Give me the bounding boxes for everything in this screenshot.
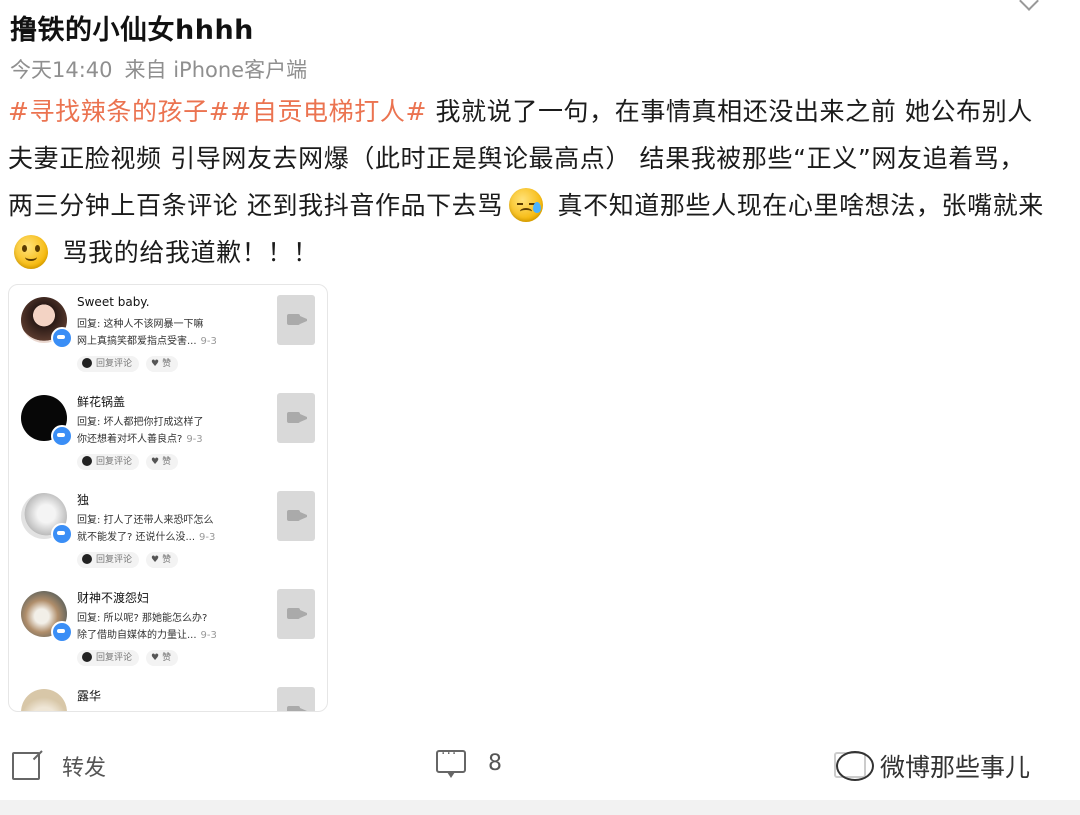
comment-item: 财神不渡怨妇 回复: 所以呢? 那她能怎么办? 除了借助自媒体的力量让... 9-3… xyxy=(9,579,327,677)
verified-badge-icon xyxy=(51,425,73,447)
comment-item: 鲜花锅盖 回复: 坏人都把你打成这样了 你还想着对坏人善良点? 9-3 回复评论 ♥ 赞 xyxy=(9,383,327,481)
post-meta: 今天14:40 来自 iPhone客户端 xyxy=(10,54,307,84)
repost-button[interactable]: 转发 xyxy=(12,750,106,782)
video-camera-icon xyxy=(287,412,307,423)
post-time: 今天14:40 xyxy=(10,58,113,82)
comment-text: 回复: 所以呢? 那她能怎么办? 除了借助自媒体的力量让... 9-3 xyxy=(77,613,217,641)
video-camera-icon xyxy=(287,608,307,619)
comment-username: 独 xyxy=(77,493,90,507)
weibo-post: 撸铁的小仙女hhhh 今天14:40 来自 iPhone客户端 #寻找辣条的孩子#… xyxy=(0,0,1080,815)
comment-button[interactable]: 8 xyxy=(436,746,502,778)
video-camera-icon xyxy=(287,314,307,325)
comment-username: Sweet baby. xyxy=(77,295,150,309)
video-thumbnail xyxy=(277,589,315,639)
verified-badge-icon xyxy=(51,621,73,643)
reply-comment-button: 回复评论 xyxy=(77,552,140,568)
comment-username: 财神不渡怨妇 xyxy=(77,591,150,605)
video-thumbnail xyxy=(277,687,315,711)
hashtag-link[interactable]: #寻找辣条的孩子# xyxy=(8,97,230,126)
divider xyxy=(0,800,1080,815)
comment-item: 露华 xyxy=(9,677,327,711)
video-thumbnail xyxy=(277,295,315,345)
like-button: ♥ 赞 xyxy=(146,650,179,666)
comment-actions: 回复评论 ♥ 赞 xyxy=(77,650,185,666)
comment-actions: 回复评论 ♥ 赞 xyxy=(77,552,185,568)
post-source: 来自 iPhone客户端 xyxy=(124,58,308,82)
video-thumbnail xyxy=(277,393,315,443)
cold-sweat-emoji-icon xyxy=(508,188,543,222)
verified-badge-icon xyxy=(51,523,73,545)
verified-badge-icon xyxy=(51,327,73,349)
avatar xyxy=(21,689,67,711)
post-text: 真不知道那些人现在心里啥想法，张嘴就来 xyxy=(548,191,1044,220)
author-name[interactable]: 撸铁的小仙女hhhh xyxy=(10,8,254,47)
comment-username: 露华 xyxy=(77,689,102,703)
comment-text: 回复: 这种人不该网暴一下嘛 网上真搞笑都爱指点受害... 9-3 xyxy=(77,319,217,347)
comment-actions: 回复评论 ♥ 赞 xyxy=(77,454,185,470)
chevron-down-icon[interactable] xyxy=(1019,0,1039,11)
comment-text: 回复: 坏人都把你打成这样了 你还想着对坏人善良点? 9-3 xyxy=(77,417,204,445)
repost-label: 转发 xyxy=(62,756,107,781)
comment-text: 回复: 打人了还带人来恐吓怎么 就不能发了? 还说什么没... 9-3 xyxy=(77,515,216,543)
like-button: ♥ 赞 xyxy=(146,552,179,568)
post-content: #寻找辣条的孩子##自贡电梯打人# 我就说了一句，在事情真相还没出来之前 她公布… xyxy=(8,88,1048,276)
wechat-icon xyxy=(836,751,874,781)
reply-comment-button: 回复评论 xyxy=(77,356,140,372)
attached-image[interactable]: Sweet baby. 回复: 这种人不该网暴一下嘛 网上真搞笑都爱指点受害...… xyxy=(8,284,328,712)
reply-comment-button: 回复评论 xyxy=(77,454,140,470)
action-bar: 转发 8 微博那些事儿 xyxy=(0,736,1080,796)
repost-icon xyxy=(12,752,40,780)
like-button: ♥ 赞 xyxy=(146,356,179,372)
video-camera-icon xyxy=(287,510,307,521)
smile-emoji-icon xyxy=(14,235,48,269)
watermark: 微博那些事儿 xyxy=(836,748,1030,784)
video-thumbnail xyxy=(277,491,315,541)
video-camera-icon xyxy=(287,706,307,711)
hashtag-link[interactable]: #自贡电梯打人# xyxy=(230,97,427,126)
comment-actions: 回复评论 ♥ 赞 xyxy=(77,356,185,372)
comment-item: Sweet baby. 回复: 这种人不该网暴一下嘛 网上真搞笑都爱指点受害...… xyxy=(9,285,327,383)
comment-count: 8 xyxy=(488,751,502,776)
comment-icon xyxy=(436,746,466,778)
reply-comment-button: 回复评论 xyxy=(77,650,140,666)
post-text: 骂我的给我道歉！！！ xyxy=(54,238,319,267)
like-button: ♥ 赞 xyxy=(146,454,179,470)
comment-username: 鲜花锅盖 xyxy=(77,395,126,409)
comment-item: 独 回复: 打人了还带人来恐吓怎么 就不能发了? 还说什么没... 9-3 回复评论… xyxy=(9,481,327,579)
